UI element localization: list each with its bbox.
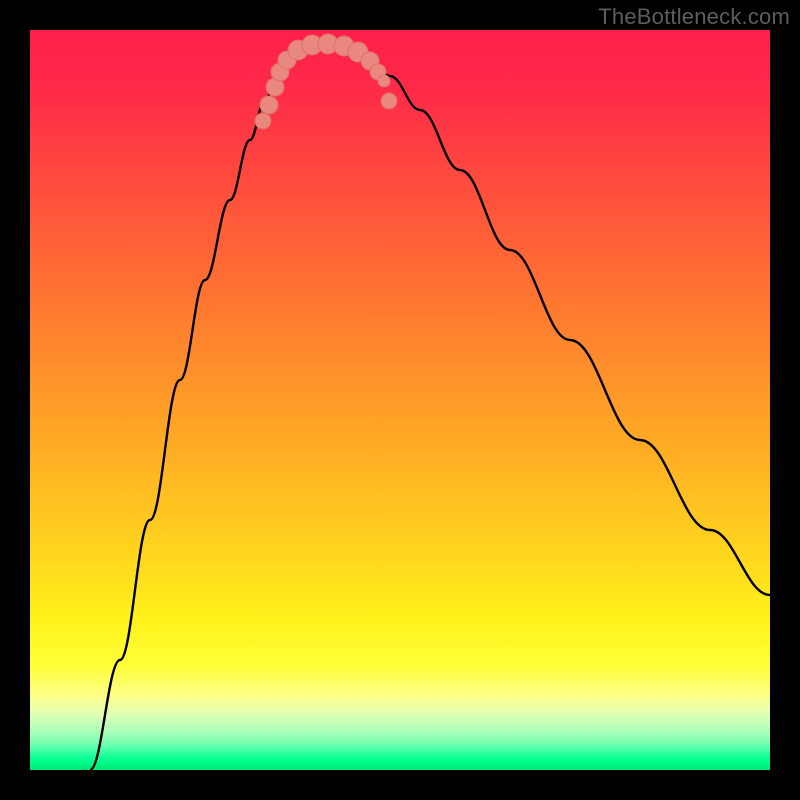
- curve-marker: [378, 75, 390, 87]
- curve-marker: [381, 93, 397, 109]
- attribution-label: TheBottleneck.com: [598, 4, 790, 30]
- bottleneck-curve: [90, 46, 770, 770]
- curve-marker: [260, 96, 278, 114]
- chart-frame: TheBottleneck.com: [0, 0, 800, 800]
- curve-layer: [30, 30, 770, 770]
- curve-markers: [255, 34, 397, 129]
- curve-marker: [255, 113, 271, 129]
